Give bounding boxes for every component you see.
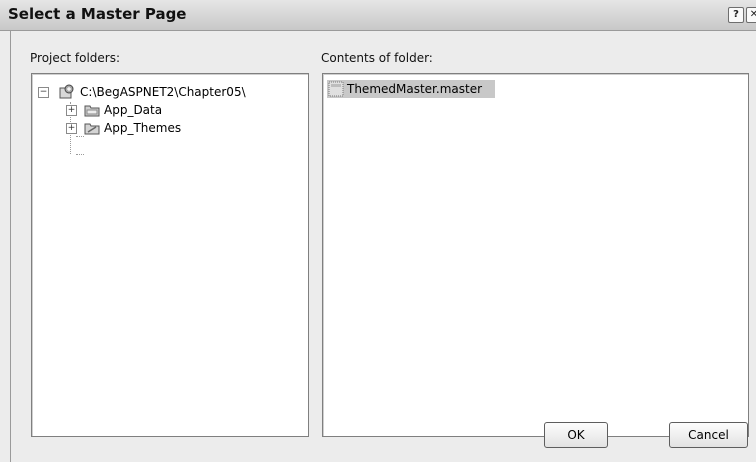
tree-item-label: App_Data (104, 103, 163, 117)
file-name: ThemedMaster.master (347, 82, 483, 96)
tree-item-project-root[interactable]: − C:\BegASPNET2\Chapter05\ (32, 83, 302, 101)
contents-of-folder-label: Contents of folder: (321, 51, 433, 65)
expand-toggle[interactable]: + (66, 105, 77, 116)
tree-item-label: App_Themes (104, 121, 182, 135)
project-folders-tree[interactable]: − C:\BegASPNET2\Chapter05\ + App_Data + … (31, 73, 309, 437)
master-page-icon (328, 81, 344, 100)
help-button[interactable]: ? (728, 7, 744, 23)
ok-button[interactable]: OK (544, 422, 608, 448)
expand-toggle[interactable]: + (66, 123, 77, 134)
close-button[interactable]: ✕ (746, 7, 756, 23)
collapse-toggle[interactable]: − (38, 87, 49, 98)
tree-item-app-themes[interactable]: + App_Themes (32, 119, 302, 137)
tree-item-label: C:\BegASPNET2\Chapter05\ (80, 85, 246, 99)
tree-connector (76, 154, 84, 155)
list-item[interactable]: ThemedMaster.master (327, 80, 495, 98)
dialog-body: Project folders: − C:\BegASPNET2\Chapter… (10, 31, 756, 462)
title-bar: Select a Master Page ? ✕ (0, 0, 756, 31)
folder-icon (84, 120, 100, 141)
tree-item-app-data[interactable]: + App_Data (32, 101, 302, 119)
cancel-button[interactable]: Cancel (669, 422, 748, 448)
project-folders-label: Project folders: (30, 51, 120, 65)
dialog-title: Select a Master Page (8, 5, 187, 23)
folder-contents-list[interactable]: ThemedMaster.master (322, 73, 749, 437)
